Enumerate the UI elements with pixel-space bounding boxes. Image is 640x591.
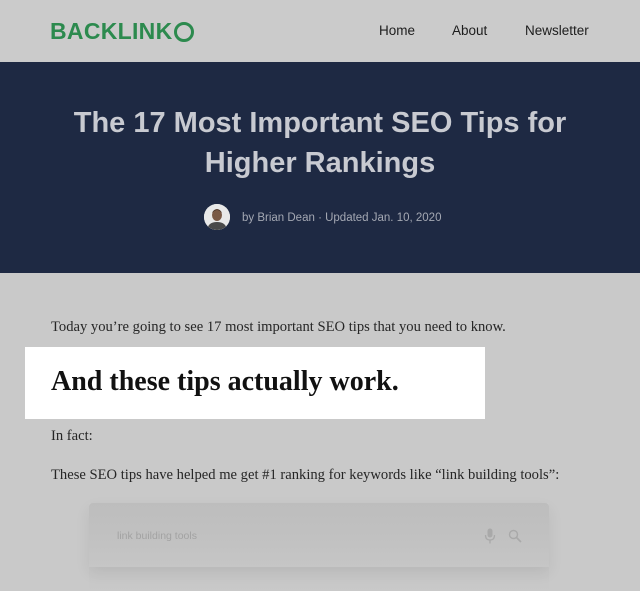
highlight-callout: And these tips actually work.	[25, 347, 485, 419]
intro-paragraph: Today you’re going to see 17 most import…	[51, 319, 506, 335]
search-icon	[508, 529, 522, 543]
author-photo-icon	[204, 204, 230, 230]
hero-banner: The 17 Most Important SEO Tips for Highe…	[0, 62, 640, 273]
nav-home-link[interactable]: Home	[379, 22, 415, 40]
byline-text: by Brian Dean · Updated Jan. 10, 2020	[242, 212, 442, 224]
search-query-text: link building tools	[117, 530, 197, 542]
microphone-icon	[484, 528, 496, 544]
search-results-screenshot: link building tools	[89, 503, 549, 591]
byline: by Brian Dean · Updated Jan. 10, 2020	[0, 204, 640, 232]
nav-about-link[interactable]: About	[452, 22, 487, 40]
page-title-line-1: The 17 Most Important SEO Tips for	[73, 107, 567, 139]
page-title: The 17 Most Important SEO Tips for Highe…	[40, 103, 600, 183]
in-fact-paragraph: In fact:	[51, 428, 93, 444]
tips-paragraph: These SEO tips have helped me get #1 ran…	[51, 467, 560, 483]
main-nav: Home About Newsletter	[0, 22, 640, 40]
callout-text: And these tips actually work.	[51, 366, 399, 397]
page-title-line-2: Higher Rankings	[204, 147, 436, 179]
search-bar: link building tools	[89, 503, 549, 567]
site-header: BACKLINK Home About Newsletter	[0, 0, 640, 62]
nav-newsletter-link[interactable]: Newsletter	[525, 22, 589, 40]
author-avatar[interactable]	[204, 204, 230, 230]
